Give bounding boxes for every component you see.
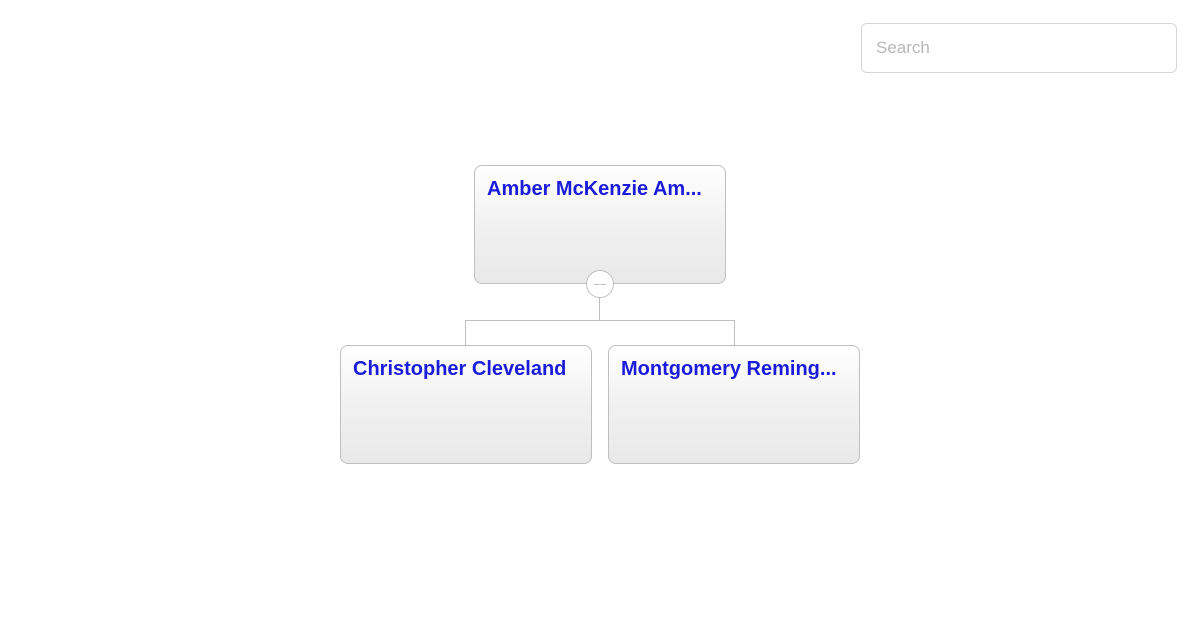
connector-child2-down [734, 320, 735, 345]
node-root[interactable]: Amber McKenzie Am... [474, 165, 726, 284]
node-child2-label: Montgomery Reming... [621, 358, 847, 381]
org-diagram: Amber McKenzie Am... Christopher Clevela… [0, 0, 1200, 630]
collapse-toggle[interactable] [586, 270, 614, 298]
node-child2[interactable]: Montgomery Reming... [608, 345, 860, 464]
connector-horizontal [465, 320, 735, 321]
node-root-label: Amber McKenzie Am... [487, 178, 713, 201]
node-child1-label: Christopher Cleveland [353, 358, 579, 381]
minus-icon [594, 284, 606, 285]
node-child1[interactable]: Christopher Cleveland [340, 345, 592, 464]
connector-child1-down [465, 320, 466, 345]
